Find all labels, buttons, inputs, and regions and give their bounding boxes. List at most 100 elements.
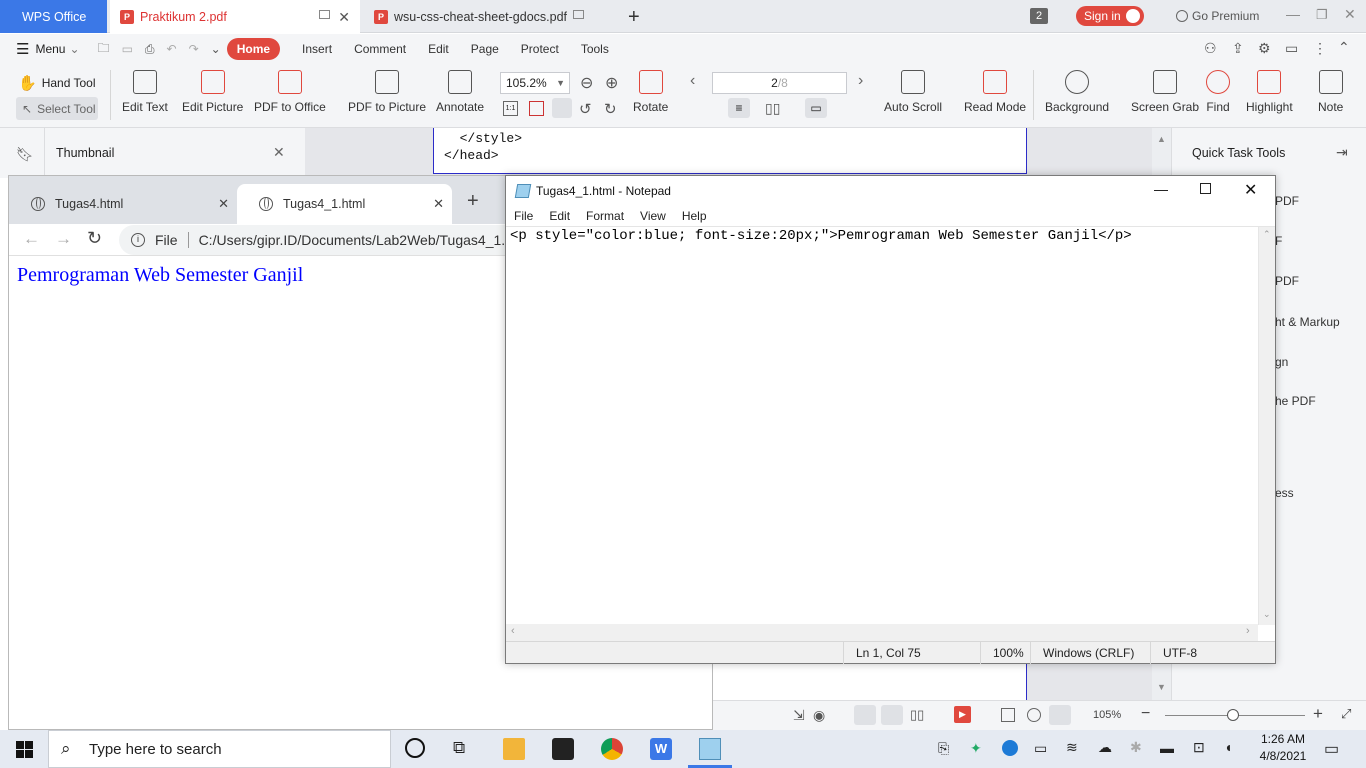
single-page-icon[interactable]: ≡	[728, 98, 750, 118]
share-icon[interactable]: ⇪	[1232, 40, 1244, 57]
forward-icon[interactable]: →	[55, 229, 72, 249]
volume-icon[interactable]: ◖	[1224, 739, 1232, 755]
redo-icon[interactable]: ↷	[189, 42, 199, 56]
zoom-select[interactable]: 105.2% ▼	[500, 72, 570, 94]
view-book-icon[interactable]: ▯▯	[910, 707, 924, 723]
file-explorer-icon[interactable]	[503, 738, 525, 760]
next-page-icon[interactable]: ›	[858, 72, 863, 90]
tray-monitor-icon[interactable]: ▭	[1034, 740, 1047, 757]
actual-size-icon[interactable]: 1:1	[503, 101, 518, 116]
close-icon[interactable]: ✕	[1244, 180, 1257, 200]
window-count-badge[interactable]: 2	[1030, 8, 1048, 24]
info-icon[interactable]: i	[131, 233, 145, 247]
zoom-out-icon[interactable]: −	[1141, 705, 1150, 723]
browser-tab-tugas4-1[interactable]: Tugas4_1.html ✕	[237, 184, 452, 224]
play-icon[interactable]: ▶	[954, 706, 971, 723]
menu-button[interactable]: Menu	[35, 42, 65, 56]
tray-bluetooth-icon[interactable]: ✱	[1130, 739, 1142, 756]
pdf-to-office-button[interactable]: PDF to Office	[254, 64, 326, 126]
notepad-taskbar-icon[interactable]	[699, 738, 721, 760]
more-icon[interactable]: ⋮	[1313, 40, 1327, 57]
two-page-icon[interactable]: ▯▯	[765, 100, 780, 117]
tray-vscode-icon[interactable]: ≋	[1066, 739, 1078, 756]
bookmark-icon[interactable]: 🔖︎	[16, 146, 34, 163]
browser-tab-tugas4[interactable]: Tugas4.html ✕	[9, 184, 237, 224]
settings-icon[interactable]: ⚙	[1258, 40, 1271, 57]
new-tab-icon[interactable]: +	[628, 6, 640, 29]
float-window-icon[interactable]	[319, 10, 330, 19]
quick-item[interactable]: F	[1275, 234, 1282, 248]
float-window-icon[interactable]	[573, 10, 584, 19]
cortana-icon[interactable]	[405, 738, 425, 758]
quick-item[interactable]: ess	[1275, 486, 1294, 500]
tray-cloud-icon[interactable]: ☁	[1098, 739, 1112, 756]
minimize-icon[interactable]: —	[1154, 181, 1168, 197]
screen-grab-button[interactable]: Screen Grab	[1131, 64, 1199, 126]
reload-icon[interactable]: ↻	[87, 228, 102, 249]
hand-tool-button[interactable]: ✋ Hand Tool	[18, 74, 96, 92]
status-zoom[interactable]: 105%	[1093, 709, 1121, 721]
notepad-title-bar[interactable]: Tugas4_1.html - Notepad — ✕	[506, 176, 1275, 206]
tab-tools[interactable]: Tools	[581, 42, 609, 56]
fit-page-icon[interactable]	[529, 101, 544, 116]
print-icon[interactable]: ⎙	[145, 42, 155, 57]
battery-icon[interactable]: ▬	[1160, 740, 1174, 756]
wps-icon[interactable]: W	[650, 738, 672, 760]
collapse-panel-icon[interactable]: ⇥	[1336, 144, 1348, 161]
more-chevron-icon[interactable]: ⌄	[211, 42, 221, 56]
annotate-button[interactable]: Annotate	[436, 64, 484, 126]
fit-width-icon[interactable]	[552, 98, 572, 118]
eye-icon[interactable]: ◉	[813, 707, 825, 724]
close-tab-icon[interactable]: ✕	[433, 196, 444, 212]
horizontal-scrollbar[interactable]: ‹ ›	[506, 624, 1258, 641]
edit-picture-button[interactable]: Edit Picture	[182, 64, 243, 126]
save-icon[interactable]: ▭	[122, 42, 133, 56]
rotate-button[interactable]: Rotate	[633, 64, 668, 126]
tab-comment[interactable]: Comment	[354, 42, 406, 56]
quick-item[interactable]: he PDF	[1275, 394, 1316, 408]
auto-scroll-button[interactable]: Auto Scroll	[884, 64, 942, 126]
find-button[interactable]: Find	[1206, 64, 1230, 126]
note-button[interactable]: Note	[1318, 64, 1343, 126]
edge-icon[interactable]	[1002, 740, 1018, 756]
menu-view[interactable]: View	[640, 209, 666, 223]
task-view-icon[interactable]: ⧉	[453, 738, 465, 758]
close-panel-icon[interactable]: ✕	[273, 144, 285, 161]
start-icon[interactable]	[16, 741, 33, 758]
rotate-right-icon[interactable]: ↻	[604, 100, 617, 118]
close-icon[interactable]: ✕	[1344, 6, 1356, 23]
scroll-up-icon[interactable]: ⌃	[1263, 229, 1271, 240]
zoom-in-icon[interactable]: ⊕	[605, 73, 618, 93]
previous-page-icon[interactable]: ‹	[690, 72, 695, 90]
comment-icon[interactable]: ▭	[1285, 40, 1298, 57]
tray-app-icon[interactable]: ✦	[970, 740, 982, 757]
view-fit-icon[interactable]	[881, 705, 903, 725]
quick-item[interactable]: ht & Markup	[1275, 315, 1340, 329]
zoom-in-icon[interactable]: +	[1313, 704, 1323, 724]
quick-item[interactable]: PDF	[1275, 274, 1299, 288]
export-icon[interactable]: ⇲	[793, 707, 805, 724]
fullscreen-icon[interactable]: ⤢	[1341, 706, 1351, 722]
fit-icon[interactable]	[1027, 708, 1041, 722]
back-icon[interactable]: ←	[23, 229, 40, 249]
document-tab-praktikum[interactable]: P Praktikum 2.pdf ✕	[110, 0, 360, 33]
scroll-left-icon[interactable]: ‹	[511, 625, 515, 637]
zoom-out-icon[interactable]: ⊖	[580, 73, 593, 93]
zoom-slider-thumb[interactable]	[1227, 709, 1239, 721]
edit-text-button[interactable]: Edit Text	[122, 64, 168, 126]
hamburger-icon[interactable]: ☰	[16, 40, 29, 58]
pdf-to-picture-button[interactable]: PDF to Picture	[348, 64, 426, 126]
select-tool-button[interactable]: ↖ Select Tool	[16, 97, 98, 120]
quick-item[interactable]: PDF	[1275, 194, 1299, 208]
go-premium-button[interactable]: Go Premium	[1176, 9, 1259, 23]
fit-width-icon[interactable]	[1049, 705, 1071, 725]
taskbar-search[interactable]: ⌕ Type here to search	[48, 730, 391, 768]
notepad-text-area[interactable]: <p style="color:blue; font-size:20px;">P…	[506, 226, 1275, 625]
view-single-icon[interactable]	[854, 705, 876, 725]
user-icon[interactable]: ⚇	[1204, 40, 1217, 57]
close-tab-icon[interactable]: ✕	[338, 9, 350, 26]
rotate-left-icon[interactable]: ↺	[579, 100, 592, 118]
quick-item[interactable]: gn	[1275, 355, 1288, 369]
scroll-right-icon[interactable]: ›	[1246, 625, 1250, 637]
scroll-down-icon[interactable]: ▼	[1157, 682, 1166, 692]
